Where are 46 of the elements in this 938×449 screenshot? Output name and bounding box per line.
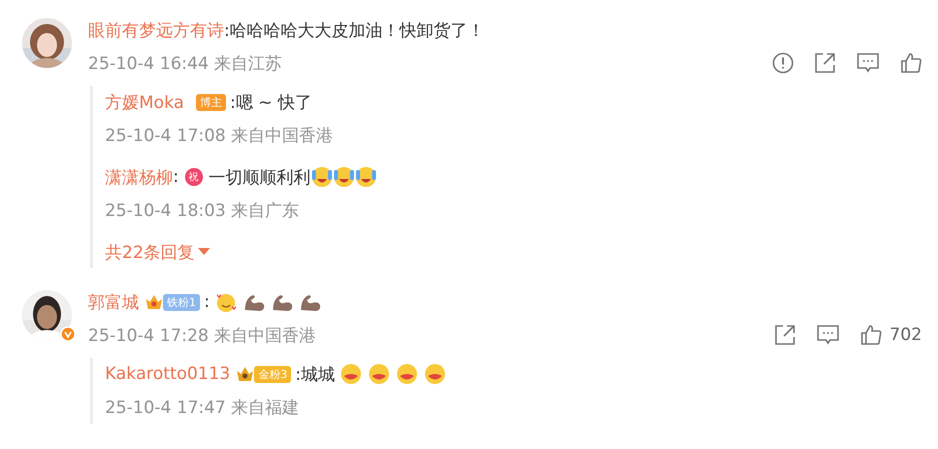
hugging-face-icon [338, 363, 363, 385]
comment-text: :嗯 ~ 快了 [230, 92, 312, 114]
comment-time: 25-10-4 16:44 来自江苏 [88, 52, 282, 74]
report-button[interactable] [772, 52, 794, 74]
reply-button[interactable] [816, 324, 840, 346]
crying-face-icon [310, 166, 333, 188]
user-name[interactable]: Kakarotto0113 [105, 364, 230, 384]
caret-icon [198, 248, 210, 256]
thumbs-up-icon [860, 324, 882, 346]
user-name[interactable]: 方媛Moka [105, 90, 184, 114]
like-button[interactable]: 702 [860, 324, 922, 346]
crown-icon [236, 365, 254, 383]
user-name[interactable]: 眼前有梦远方有诗 [88, 18, 224, 42]
comment-time: 25-10-4 17:28 来自中国香港 [88, 324, 316, 346]
hugging-face-icon [422, 363, 447, 385]
fan-badge: 博主 [196, 94, 226, 110]
share-icon [774, 324, 796, 346]
reply-time: 25-10-4 17:08 来自中国香港 [105, 124, 334, 146]
comment-text: 一切顺顺利利 [208, 166, 311, 188]
share-icon [814, 52, 836, 74]
fan-badge: 铁粉1 [163, 294, 200, 310]
crown-icon [145, 293, 163, 311]
share-button[interactable] [774, 324, 796, 346]
user-name[interactable]: 潇潇杨柳 [105, 166, 173, 188]
comment-text: : [173, 167, 179, 187]
blessing-tag: 祝 [184, 168, 203, 186]
hugging-face-icon [394, 363, 419, 385]
like-button[interactable] [900, 52, 922, 74]
crying-face-icon [332, 166, 355, 188]
comment-text: :哈哈哈哈大大皮加油！快卸货了！ [224, 20, 485, 42]
more-replies-link[interactable]: 共22条回复 [105, 236, 922, 268]
fan-badge: 金粉3 [254, 366, 292, 382]
hugging-face-icon [366, 363, 391, 385]
reply-button[interactable] [856, 52, 880, 74]
verified-icon [60, 326, 76, 342]
comment-icon [856, 52, 880, 74]
comment-text: :城城 [295, 364, 335, 386]
reply-time: 25-10-4 18:03 来自广东 [105, 200, 300, 222]
comment-icon [816, 324, 840, 346]
crying-face-icon [354, 166, 377, 188]
comment-text: : [204, 292, 210, 312]
user-name[interactable]: 郭富城 [88, 290, 139, 314]
reply-time: 25-10-4 17:47 来自福建 [105, 396, 300, 418]
warning-icon [772, 52, 794, 74]
thumbs-up-icon [900, 52, 922, 74]
share-button[interactable] [814, 52, 836, 74]
